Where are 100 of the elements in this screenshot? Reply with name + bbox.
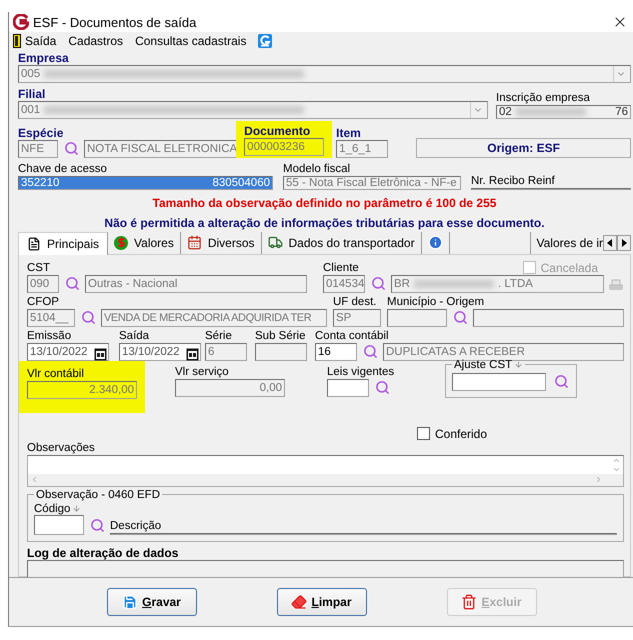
date-field[interactable]: 13/10/2022 (27, 342, 109, 361)
subseries-field (255, 342, 307, 361)
date-field[interactable]: 13/10/2022 (119, 342, 201, 361)
field-label: Nr. Recibo Reinf (471, 174, 556, 188)
calendar-icon (186, 235, 202, 250)
search-icon[interactable] (79, 308, 97, 327)
field-label: CST (27, 260, 51, 275)
document-icon (27, 236, 41, 251)
truck-icon (268, 235, 283, 250)
service-value-field: 0,00 (175, 378, 285, 397)
arrow-down-icon (514, 360, 524, 370)
field-label: Vlr serviço (175, 364, 230, 379)
field-label: Inscrição empresa (496, 90, 591, 105)
info-icon (428, 235, 443, 250)
arrow-down-icon (72, 504, 82, 514)
field-label: Saída (119, 328, 150, 343)
field-label: Série (205, 328, 233, 343)
search-icon[interactable] (62, 140, 80, 158)
field-label: Conta contábil (315, 328, 390, 343)
code-field[interactable]: 090 (27, 274, 59, 293)
action-button[interactable]: Gravar (106, 588, 196, 616)
menu-item[interactable]: Saída (25, 34, 56, 48)
account-code-field[interactable]: 16 (315, 342, 357, 361)
code-field[interactable] (387, 308, 447, 327)
field-label: Chave de acesso (18, 162, 108, 176)
field-label: Item (336, 126, 362, 140)
origin-label: Origem: ESF (416, 138, 631, 158)
code-field[interactable]: 5104__ (27, 308, 75, 327)
state-field[interactable]: SP (333, 308, 381, 327)
search-icon[interactable] (63, 274, 81, 293)
search-icon[interactable] (373, 378, 391, 397)
access-key-field[interactable]: 352210 830504060 (18, 176, 273, 190)
checkbox[interactable] (417, 427, 430, 440)
field-label: Empresa (18, 50, 70, 65)
scroll-left-icon (30, 475, 39, 484)
app-logo-icon[interactable] (258, 34, 272, 48)
description-field: Outras - Nacional (85, 274, 307, 293)
field-label: Descrição (110, 518, 162, 533)
menu-item[interactable]: Consultas cadastrais (135, 34, 246, 48)
laws-field[interactable] (327, 378, 369, 397)
search-icon[interactable] (552, 372, 570, 391)
company-dropdown[interactable]: 005 (18, 64, 631, 83)
tab[interactable]: Principais (18, 232, 108, 255)
tab[interactable]: Dados do transportador (262, 232, 422, 254)
action-button[interactable]: Limpar (276, 588, 366, 616)
menu-item[interactable]: Cadastros (68, 34, 124, 48)
adjust-cst-field[interactable] (452, 372, 546, 391)
field-label: CFOP (27, 294, 60, 309)
field-label: Município - Origem (387, 294, 486, 309)
redaction-blur (516, 108, 586, 116)
registration-field[interactable]: 02 76 (496, 104, 631, 119)
field-label: Emissão (27, 328, 72, 343)
field-label: Modelo fiscal (283, 162, 352, 176)
field-label: Observações (27, 440, 96, 455)
search-icon[interactable] (369, 274, 387, 293)
checkbox-label: Conferido (435, 426, 488, 441)
checkbox-label: Cancelada (540, 260, 598, 275)
search-icon[interactable] (451, 308, 469, 327)
scroll-right-button[interactable] (617, 234, 631, 251)
document-field[interactable]: 000003236 (244, 138, 324, 156)
accounting-value-field: 2.340,00 (27, 380, 137, 399)
trash-icon (461, 594, 478, 610)
tab[interactable] (422, 232, 450, 254)
client-name-field: BR . LTDA (391, 274, 604, 293)
field-label: Filial (18, 86, 46, 101)
item-field[interactable]: 1_6_1 (336, 140, 388, 158)
field-label: UF dest. (333, 294, 378, 309)
code-field[interactable] (34, 514, 84, 535)
triangle-right-icon (621, 238, 627, 247)
group-title: Observação - 0460 EFD (36, 488, 160, 501)
door-icon[interactable] (13, 34, 21, 48)
code-field[interactable]: 014534 (323, 274, 365, 293)
field-label: Log de alteração de dados (27, 546, 180, 560)
field-label: Espécie (18, 126, 64, 140)
description-field: VENDA DE MERCADORIA ADQUIRIDA TER (101, 308, 327, 327)
notes-textarea[interactable] (27, 454, 624, 487)
field-label: Código (34, 502, 70, 515)
field-label: Leis vigentes (327, 364, 396, 379)
app-logo-icon (13, 14, 29, 30)
tab[interactable]: Valores de ir (530, 232, 603, 254)
code-field[interactable]: NFE (18, 140, 58, 158)
series-field: 6 (205, 342, 247, 361)
window-title: ESF - Documentos de saída (33, 14, 198, 30)
scroll-left-button[interactable] (603, 234, 617, 251)
field-label: Cliente (323, 260, 359, 275)
calendar-icon[interactable] (186, 348, 199, 361)
fiscal-model-field: 55 - Nota Fiscal Eletrônica - NF-e (283, 176, 461, 190)
branch-dropdown[interactable]: 001 (18, 100, 488, 119)
field-label: Vlr contábil (27, 366, 85, 381)
eraser-icon (291, 594, 308, 610)
message-text: Tamanho da observação definido no parâmetro é 100 de 255 (152, 196, 498, 210)
dollar-icon (114, 236, 128, 250)
calendar-icon[interactable] (94, 348, 107, 361)
triangle-left-icon (607, 238, 613, 247)
field-label: Sub Série (255, 328, 307, 343)
search-icon[interactable] (361, 342, 379, 361)
search-icon[interactable] (88, 516, 106, 535)
field-label: Documento (244, 124, 312, 138)
scroll-right-icon (594, 475, 603, 484)
group-title: Ajuste CST (454, 358, 512, 371)
